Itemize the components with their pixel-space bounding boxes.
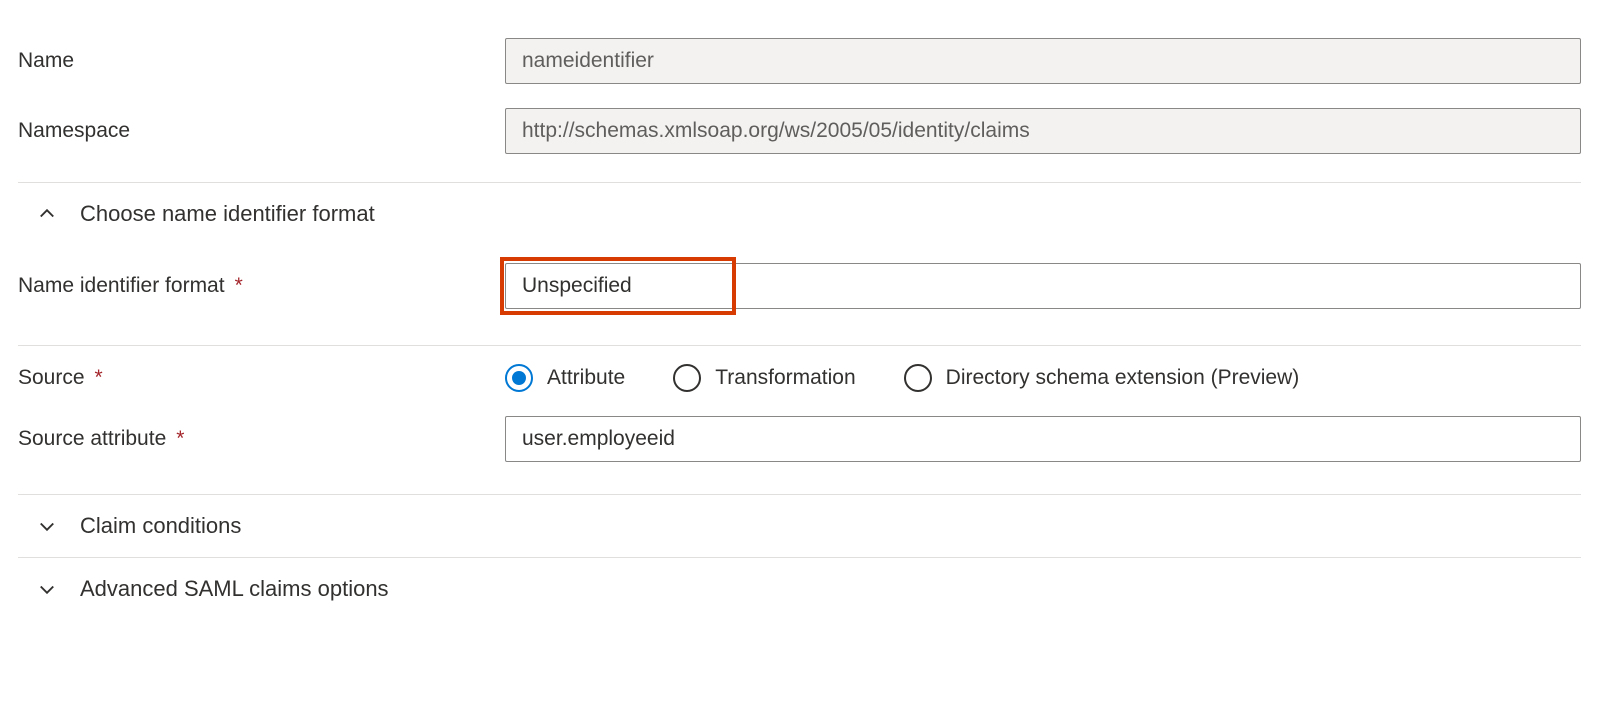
label-name-identifier-format: Name identifier format [18, 274, 225, 298]
row-name: Name [18, 20, 1581, 102]
label-source-attribute: Source attribute [18, 427, 166, 451]
section-choose-format-title: Choose name identifier format [80, 201, 375, 227]
chevron-down-icon [36, 578, 58, 600]
row-namespace: Namespace [18, 102, 1581, 172]
input-name [505, 38, 1581, 84]
row-source: Source * Attribute Transformation Direct… [18, 346, 1581, 410]
radio-group-source: Attribute Transformation Directory schem… [505, 364, 1299, 392]
required-indicator: * [176, 427, 184, 451]
label-namespace: Namespace [18, 119, 130, 143]
section-advanced-saml-title: Advanced SAML claims options [80, 576, 389, 602]
section-claim-conditions-title: Claim conditions [80, 513, 241, 539]
required-indicator: * [95, 366, 103, 390]
radio-label-attribute[interactable]: Attribute [547, 366, 625, 390]
radio-source-attribute[interactable] [505, 364, 533, 392]
input-source-attribute[interactable] [505, 416, 1581, 462]
radio-source-directory-extension[interactable] [904, 364, 932, 392]
radio-source-transformation[interactable] [673, 364, 701, 392]
chevron-down-icon [36, 515, 58, 537]
chevron-up-icon [36, 203, 58, 225]
label-source: Source [18, 366, 85, 390]
input-namespace [505, 108, 1581, 154]
input-name-identifier-format[interactable] [505, 263, 1581, 309]
radio-label-directory-extension[interactable]: Directory schema extension (Preview) [946, 366, 1300, 390]
required-indicator: * [235, 274, 243, 298]
label-name: Name [18, 49, 74, 73]
row-name-identifier-format: Name identifier format * [18, 245, 1581, 327]
row-source-attribute: Source attribute * [18, 410, 1581, 480]
section-advanced-saml[interactable]: Advanced SAML claims options [18, 558, 1581, 620]
section-claim-conditions[interactable]: Claim conditions [18, 495, 1581, 557]
section-choose-format[interactable]: Choose name identifier format [18, 183, 1581, 245]
radio-label-transformation[interactable]: Transformation [715, 366, 855, 390]
